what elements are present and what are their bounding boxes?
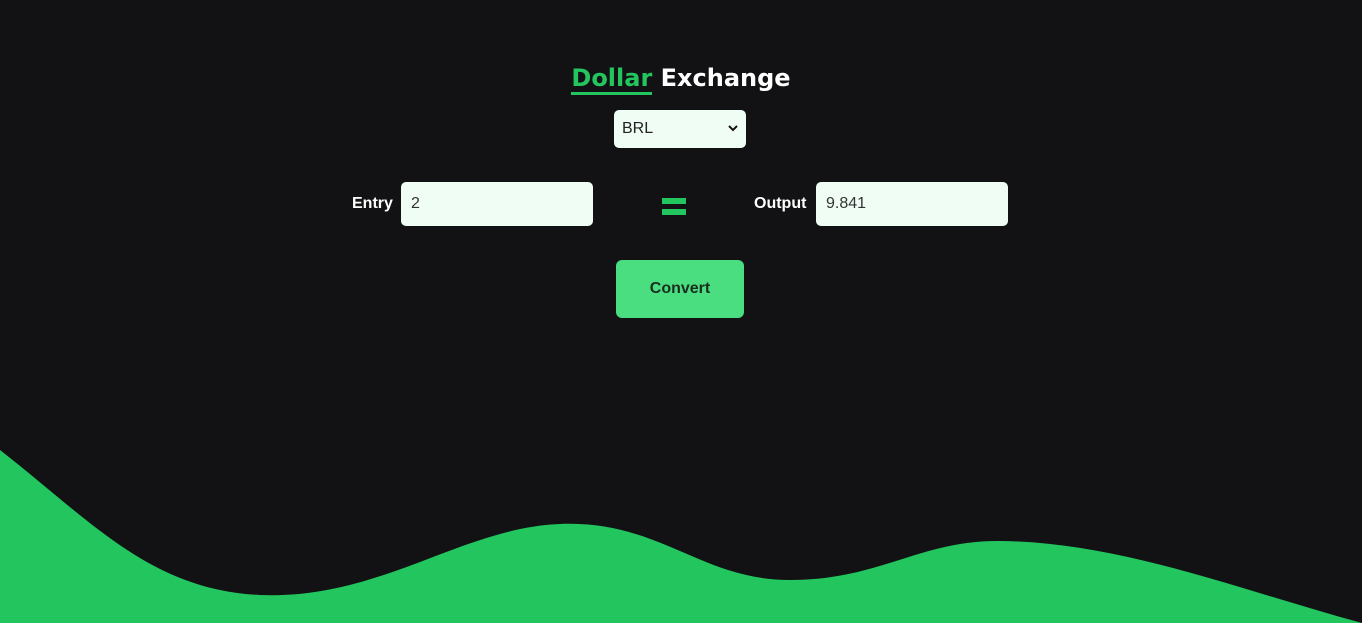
currency-select[interactable]: BRL [614,110,746,148]
convert-button[interactable]: Convert [616,260,744,318]
page: Dollar Exchange BRL Entry 2 Output 9.841… [0,0,1362,623]
title-accent-word: Dollar [571,65,653,95]
title-rest: Exchange [660,64,791,92]
entry-label: Entry [352,195,393,212]
entry-input[interactable]: 2 [401,182,593,226]
entry-input-value: 2 [411,195,420,212]
output-input-value: 9.841 [826,195,867,212]
output-input[interactable]: 9.841 [816,182,1008,226]
currency-select-value: BRL [622,120,654,137]
chevron-down-icon [728,123,738,135]
convert-button-label: Convert [649,280,711,297]
page-title: Dollar Exchange [0,63,1362,95]
equals-icon [662,198,686,216]
output-label: Output [754,195,807,212]
decorative-wave [0,450,1362,623]
